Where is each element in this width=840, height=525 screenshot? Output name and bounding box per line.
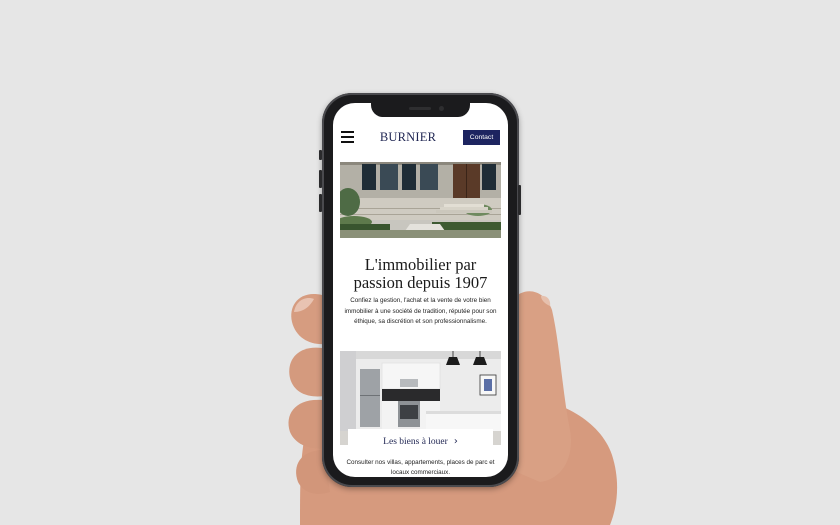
hero-description: Confiez la gestion, l'achat et la vente …: [344, 297, 497, 325]
hamburger-menu-icon[interactable]: [341, 131, 354, 143]
rentals-description: Consulter nos villas, appartements, plac…: [346, 459, 495, 476]
rentals-button[interactable]: Les biens à louer ›: [348, 429, 493, 454]
hero-title: L'immobilier par passion depuis 1907: [340, 256, 501, 292]
hero-building-image: [340, 162, 501, 238]
speaker-grille: [409, 107, 431, 110]
rentals-button-label: Les biens à louer: [383, 436, 448, 447]
brand-logo[interactable]: BURNIER: [375, 130, 441, 145]
phone-volume-up-button: [319, 170, 322, 188]
hero-title-line1: L'immobilier par: [364, 255, 477, 274]
contact-button[interactable]: Contact: [463, 130, 500, 145]
phone-screen: BURNIER Contact L'immobilier par passion…: [333, 103, 508, 477]
phone-side-button: [319, 150, 322, 160]
phone-volume-down-button: [319, 194, 322, 212]
front-camera: [439, 106, 444, 111]
hero-title-line2: passion depuis 1907: [353, 273, 488, 292]
phone-notch: [371, 103, 470, 117]
chevron-right-icon: ›: [453, 436, 458, 447]
phone-power-button: [518, 185, 521, 215]
